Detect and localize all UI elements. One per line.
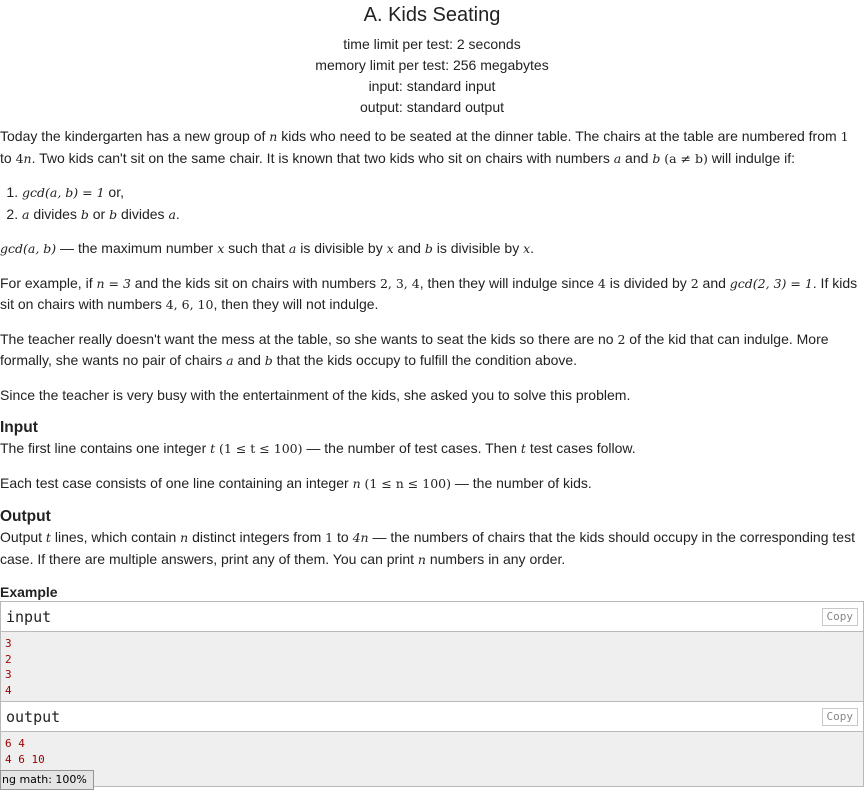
example-title: Example bbox=[0, 584, 58, 600]
output-spec: Output t lines, which contain n distinct… bbox=[0, 529, 855, 567]
condition-gcd: gcd(a, b) = 1 or, bbox=[22, 182, 864, 204]
example-paragraph: For example, if n = 3 and the kids sit o… bbox=[0, 274, 858, 313]
sample-output-line: 6 4 bbox=[5, 737, 25, 750]
output-section-title: Output bbox=[0, 508, 51, 525]
problem-statement: Today the kindergarten has a new group o… bbox=[0, 126, 864, 787]
sample-output-label: output bbox=[6, 708, 61, 726]
sample-input-line: 3 bbox=[5, 637, 12, 650]
condition-divides: a divides b or b divides a. bbox=[22, 204, 864, 226]
output-file: output: standard output bbox=[360, 99, 504, 115]
memory-limit: memory limit per test: 256 megabytes bbox=[315, 57, 549, 73]
sample-output-header: output Copy bbox=[1, 701, 863, 732]
sample-input-line: 4 bbox=[5, 683, 12, 697]
copy-output-button[interactable]: Copy bbox=[821, 708, 858, 726]
teacher-paragraph: The teacher really doesn't want the mess… bbox=[0, 330, 829, 369]
problem-header: A. Kids Seating time limit per test: 2 s… bbox=[0, 2, 864, 118]
sample-tests: input Copy 3 2 3 4 output Copy 6 4 4 6 1… bbox=[0, 601, 864, 787]
sample-input-header: input Copy bbox=[1, 602, 863, 632]
input-section-title: Input bbox=[0, 419, 38, 436]
sample-output-line: 4 6 10 bbox=[5, 752, 45, 766]
busy-paragraph: Since the teacher is very busy with the … bbox=[0, 386, 631, 403]
gcd-definition: gcd(a, b) — the maximum number x such th… bbox=[0, 240, 535, 256]
sample-input-body: 3 2 3 4 bbox=[1, 632, 863, 701]
math-loading-status: ng math: 100% bbox=[0, 770, 94, 790]
sample-input-line: 3 bbox=[5, 668, 12, 682]
sample-output-body: 6 4 4 6 10 bbox=[1, 732, 863, 786]
sample-input-line: 2 bbox=[5, 652, 12, 666]
copy-input-button[interactable]: Copy bbox=[821, 608, 858, 626]
problem-title: A. Kids Seating bbox=[363, 4, 501, 26]
statement-intro: Today the kindergarten has a new group o… bbox=[0, 128, 849, 166]
conditions-list: gcd(a, b) = 1 or, a divides b or b divid… bbox=[0, 182, 864, 225]
sample-input-label: input bbox=[6, 608, 52, 626]
input-spec-first: The first line contains one integer t (1… bbox=[0, 440, 636, 456]
input-file: input: standard input bbox=[368, 78, 496, 94]
time-limit: time limit per test: 2 seconds bbox=[343, 36, 521, 52]
input-spec-case: Each test case consists of one line cont… bbox=[0, 474, 592, 491]
